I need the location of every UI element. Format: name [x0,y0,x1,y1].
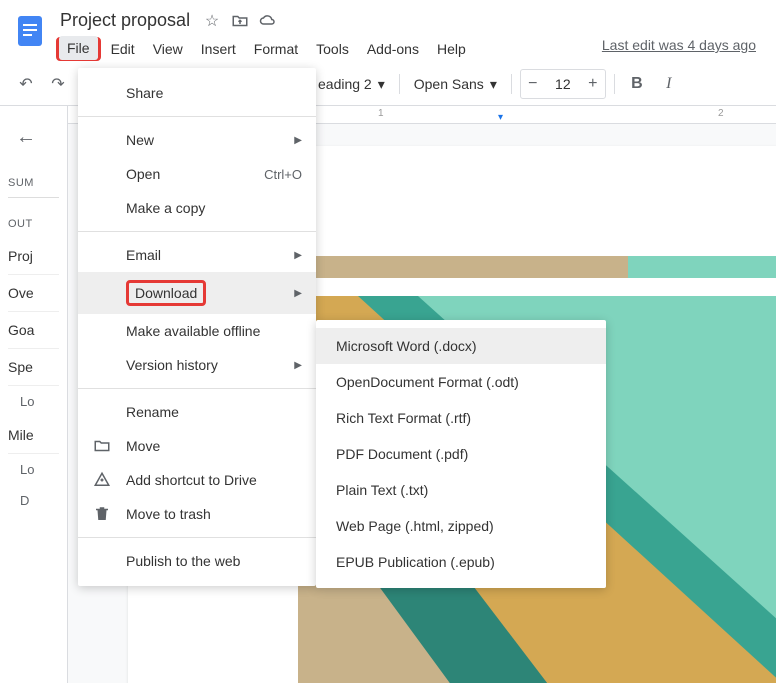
download-pdf[interactable]: PDF Document (.pdf) [316,436,606,472]
submenu-arrow-icon: ▶ [294,135,302,146]
outline-subitem[interactable]: D [8,485,59,516]
menu-help[interactable]: Help [429,37,474,61]
undo-button[interactable]: ↶ [12,70,40,98]
menu-format[interactable]: Format [246,37,306,61]
menu-edit[interactable]: Edit [103,37,143,61]
redo-button[interactable]: ↷ [44,70,72,98]
menu-file[interactable]: File [59,36,98,60]
download-submenu: Microsoft Word (.docx) OpenDocument Form… [316,320,606,588]
font-select[interactable]: Open Sans ▾ [408,72,503,97]
star-icon[interactable]: ☆ [202,11,222,31]
menubar: File Edit View Insert Format Tools Add-o… [56,35,764,63]
menu-new[interactable]: New▶ [78,123,316,157]
menu-make-copy[interactable]: Make a copy [78,191,316,225]
outline-label: OUT [8,218,59,230]
download-txt[interactable]: Plain Text (.txt) [316,472,606,508]
document-title[interactable]: Project proposal [56,8,194,33]
submenu-arrow-icon: ▶ [294,360,302,371]
shortcut-label: Ctrl+O [264,167,302,182]
menu-add-shortcut[interactable]: Add shortcut to Drive [78,463,316,497]
back-arrow-icon[interactable]: ← [8,118,59,157]
italic-button[interactable]: I [655,70,683,98]
bold-button[interactable]: B [623,70,651,98]
outline-sidebar: ← SUM OUT Proj Ove Goa Spe Lo Mile Lo D [0,106,68,683]
file-menu-dropdown: Share New▶ OpenCtrl+O Make a copy Email▶… [78,68,316,586]
menu-open[interactable]: OpenCtrl+O [78,157,316,191]
download-epub[interactable]: EPUB Publication (.epub) [316,544,606,580]
font-size-increase[interactable]: + [581,70,605,98]
menu-make-offline[interactable]: Make available offline [78,314,316,348]
docs-logo[interactable] [12,12,48,48]
chevron-down-icon: ▾ [490,76,497,93]
menu-share[interactable]: Share [78,76,316,110]
chevron-down-icon: ▾ [378,76,385,93]
submenu-arrow-icon: ▶ [294,250,302,261]
outline-item[interactable]: Spe [8,349,59,386]
last-edit-link[interactable]: Last edit was 4 days ago [602,37,756,61]
drive-shortcut-icon [92,471,112,489]
download-html[interactable]: Web Page (.html, zipped) [316,508,606,544]
menu-rename[interactable]: Rename [78,395,316,429]
submenu-arrow-icon: ▶ [294,288,302,299]
outline-item[interactable]: Proj [8,238,59,275]
font-size-input[interactable] [545,76,581,92]
menu-move[interactable]: Move [78,429,316,463]
outline-subitem[interactable]: Lo [8,386,59,417]
trash-icon [92,505,112,523]
download-odt[interactable]: OpenDocument Format (.odt) [316,364,606,400]
cloud-status-icon[interactable] [258,11,278,31]
summary-label: SUM [8,177,59,189]
menu-publish[interactable]: Publish to the web [78,544,316,578]
menu-email[interactable]: Email▶ [78,238,316,272]
menu-tools[interactable]: Tools [308,37,357,61]
outline-item[interactable]: Mile [8,417,59,454]
menu-download[interactable]: Download▶ [78,272,316,314]
download-rtf[interactable]: Rich Text Format (.rtf) [316,400,606,436]
outline-subitem[interactable]: Lo [8,454,59,485]
header: Project proposal ☆ File Edit View Insert… [0,0,776,63]
menu-version-history[interactable]: Version history▶ [78,348,316,382]
menu-insert[interactable]: Insert [193,37,244,61]
outline-item[interactable]: Goa [8,312,59,349]
move-folder-icon[interactable] [230,11,250,31]
outline-item[interactable]: Ove [8,275,59,312]
folder-icon [92,437,112,455]
download-docx[interactable]: Microsoft Word (.docx) [316,328,606,364]
style-select[interactable]: eading 2 ▾ [312,72,391,97]
font-size-decrease[interactable]: − [521,70,545,98]
menu-move-trash[interactable]: Move to trash [78,497,316,531]
indent-marker-icon[interactable]: ▾ [498,112,503,123]
menu-view[interactable]: View [145,37,191,61]
menu-addons[interactable]: Add-ons [359,37,427,61]
